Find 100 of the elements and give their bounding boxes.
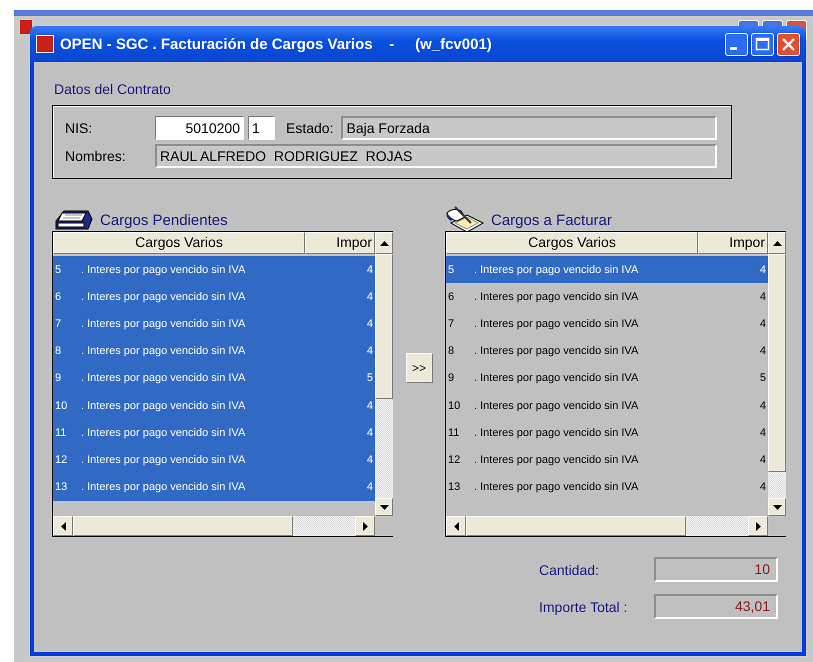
- list-row[interactable]: 9 . Interes por pago vencido sin IVA 5: [53, 364, 375, 392]
- scroll-left-button[interactable]: [446, 516, 466, 536]
- arrow-down-icon: [380, 504, 388, 510]
- nis-field[interactable]: 5010200: [155, 116, 244, 140]
- list-row[interactable]: 13 . Interes por pago vencido sin IVA 4: [446, 474, 768, 501]
- minimize-icon: [730, 46, 737, 50]
- list-row[interactable]: 13 . Interes por pago vencido sin IVA 4: [53, 474, 375, 501]
- maximize-button[interactable]: [751, 32, 774, 56]
- names-field: RAUL ALFREDO RODRIGUEZ ROJAS: [155, 144, 717, 168]
- row-number: 8: [447, 345, 456, 358]
- scroll-thumb[interactable]: [73, 516, 293, 536]
- minimize-button[interactable]: [725, 32, 748, 56]
- charge-description: . Interes por pago vencido sin IVA: [474, 290, 640, 303]
- row-number: 9: [54, 372, 62, 384]
- field-label: NIS:: [65, 120, 94, 136]
- column-header[interactable]: Impor: [698, 232, 768, 254]
- field-label: Nombres:: [65, 148, 127, 164]
- app-icon: [36, 35, 54, 53]
- scroll-down-button[interactable]: [375, 498, 393, 516]
- amount-cell-text: 4: [760, 264, 767, 276]
- list-row[interactable]: 8 . Interes por pago vencido sin IVA 4: [446, 338, 768, 365]
- scroll-left-button[interactable]: [53, 516, 73, 536]
- charge-description: . Interes por pago vencido sin IVA: [474, 481, 640, 494]
- list-title: Cargos Pendientes: [100, 212, 228, 228]
- list-row[interactable]: 9 . Interes por pago vencido sin IVA 5: [446, 364, 768, 392]
- charge-description: . Interes por pago vencido sin IVA: [474, 372, 640, 384]
- amount-cell-text: 4: [366, 426, 374, 439]
- scroll-right-button[interactable]: [748, 516, 768, 536]
- amount-cell-text: 4: [760, 454, 767, 466]
- transfer-button[interactable]: >>: [406, 353, 432, 383]
- list-row[interactable]: 6 . Interes por pago vencido sin IVA 4: [446, 283, 768, 310]
- row-number: 9: [447, 372, 456, 384]
- list-row[interactable]: 12 . Interes por pago vencido sin IVA 4: [446, 446, 768, 474]
- list-row[interactable]: 11 . Interes por pago vencido sin IVA 4: [446, 419, 768, 446]
- amount-cell-text: 4: [760, 426, 767, 439]
- row-number: 11: [447, 426, 460, 439]
- arrow-right-icon: [756, 522, 760, 530]
- scroll-thumb[interactable]: [768, 254, 786, 472]
- row-number: 13: [447, 481, 462, 494]
- charge-description: . Interes por pago vencido sin IVA: [81, 426, 246, 439]
- arrow-right-icon: [362, 522, 368, 530]
- column-header[interactable]: Cargos Varios: [53, 232, 305, 254]
- list-row[interactable]: 7 . Interes por pago vencido sin IVA 4: [446, 310, 768, 338]
- list-row[interactable]: 6 . Interes por pago vencido sin IVA 4: [53, 283, 375, 310]
- app-icon: [20, 20, 32, 34]
- charge-description: . Interes por pago vencido sin IVA: [474, 264, 640, 276]
- list-row[interactable]: 10 . Interes por pago vencido sin IVA 4: [446, 392, 768, 420]
- column-header[interactable]: Impor: [305, 232, 375, 254]
- window-title: OPEN - SGC . Facturación de Cargos Varios - (w_fcv001): [60, 36, 493, 52]
- row-number: 7: [54, 318, 62, 330]
- row-number: 10: [447, 400, 462, 412]
- list-row[interactable]: 11 . Interes por pago vencido sin IVA 4: [53, 419, 375, 446]
- list-row[interactable]: 7 . Interes por pago vencido sin IVA 4: [53, 310, 375, 338]
- amount-cell-text: 4: [366, 290, 374, 303]
- charge-description: . Interes por pago vencido sin IVA: [474, 400, 640, 412]
- row-number: 5: [447, 264, 456, 276]
- amount-cell-text: 4: [366, 400, 374, 412]
- total-amount-field: 43,01: [654, 594, 778, 619]
- list-row[interactable]: 5 . Interes por pago vencido sin IVA 4: [446, 256, 768, 284]
- list-row[interactable]: 8 . Interes por pago vencido sin IVA 4: [53, 338, 375, 365]
- row-number: 11: [54, 426, 68, 439]
- field-label: Cantidad:: [539, 562, 600, 578]
- amount-cell-text: 4: [760, 481, 767, 494]
- arrow-up-icon: [380, 240, 388, 246]
- field-label: Estado:: [286, 120, 334, 136]
- charge-description: . Interes por pago vencido sin IVA: [81, 481, 246, 494]
- amount-cell-text: 4: [366, 318, 374, 330]
- field-label: Importe Total :: [539, 598, 628, 614]
- charge-description: . Interes por pago vencido sin IVA: [474, 345, 640, 358]
- amount-cell-text: 4: [366, 481, 374, 494]
- scroll-thumb[interactable]: [375, 254, 393, 399]
- charge-description: . Interes por pago vencido sin IVA: [474, 454, 640, 466]
- close-button[interactable]: [777, 32, 800, 56]
- charge-description: . Interes por pago vencido sin IVA: [81, 372, 246, 384]
- amount-cell-text: 5: [760, 372, 767, 384]
- list-row[interactable]: 12 . Interes por pago vencido sin IVA 4: [53, 446, 375, 474]
- charge-description: . Interes por pago vencido sin IVA: [81, 318, 246, 330]
- amount-cell-text: 5: [366, 372, 374, 384]
- row-number: 6: [54, 290, 62, 303]
- list-row[interactable]: 10 . Interes por pago vencido sin IVA 4: [53, 392, 375, 420]
- scroll-up-button[interactable]: [375, 232, 393, 254]
- row-number: 8: [54, 345, 62, 358]
- amount-cell-text: 4: [366, 454, 374, 466]
- status-field: Baja Forzada: [341, 116, 717, 140]
- charge-description: . Interes por pago vencido sin IVA: [474, 426, 640, 439]
- scroll-down-button[interactable]: [768, 498, 786, 516]
- column-header[interactable]: Cargos Varios: [446, 232, 698, 254]
- charge-description: . Interes por pago vencido sin IVA: [81, 400, 246, 412]
- row-number: 12: [54, 454, 68, 466]
- quantity-field: 10: [654, 557, 778, 582]
- scroll-right-button[interactable]: [355, 516, 375, 536]
- amount-cell-text: 4: [366, 264, 374, 276]
- row-number: 5: [54, 264, 62, 276]
- scroll-thumb[interactable]: [466, 516, 686, 536]
- nis-suffix-field[interactable]: 1: [248, 116, 275, 140]
- charge-description: . Interes por pago vencido sin IVA: [81, 454, 246, 466]
- list-row[interactable]: 5 . Interes por pago vencido sin IVA 4: [53, 256, 375, 284]
- charge-description: . Interes por pago vencido sin IVA: [81, 264, 246, 276]
- scroll-up-button[interactable]: [768, 232, 786, 254]
- charge-description: . Interes por pago vencido sin IVA: [81, 345, 246, 358]
